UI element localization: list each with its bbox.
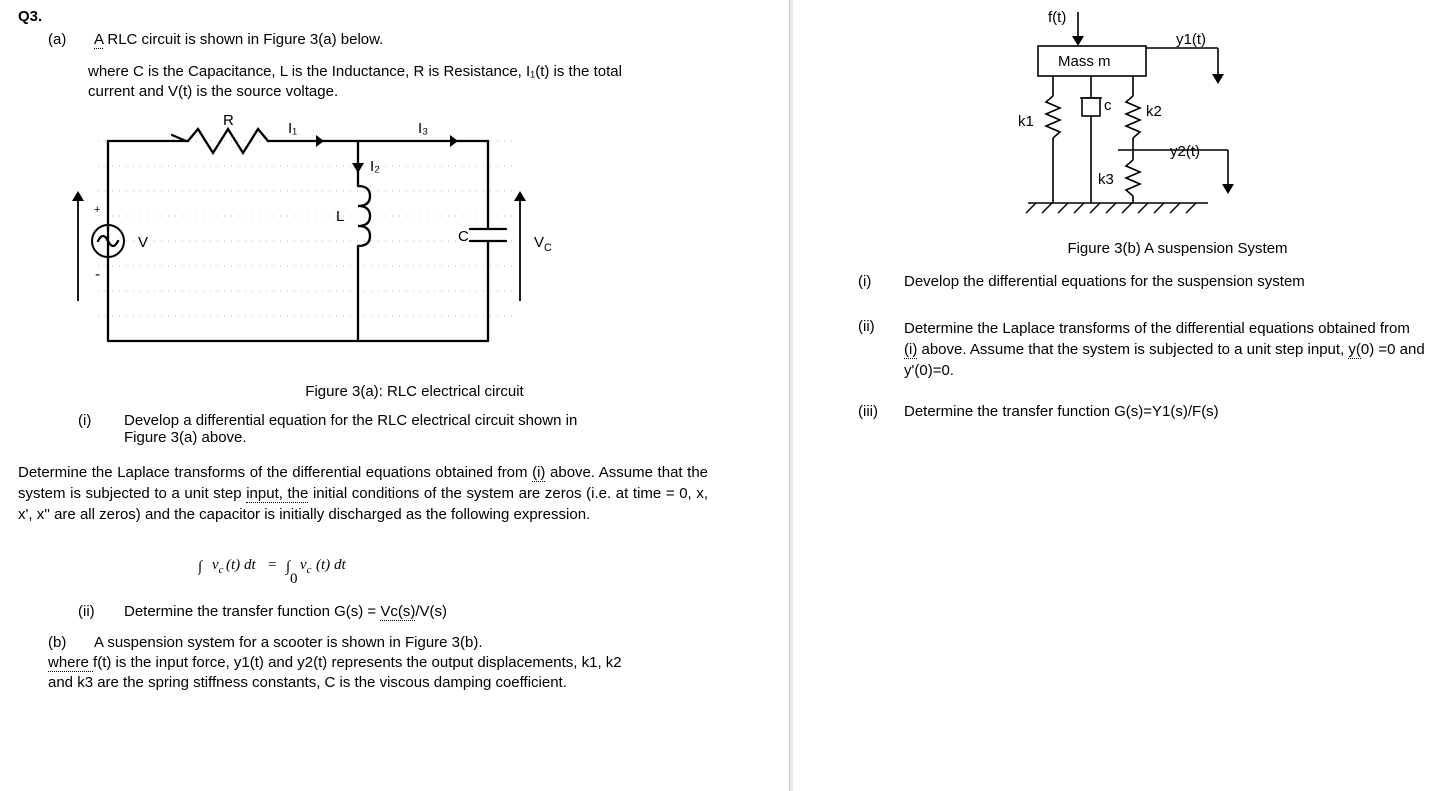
svg-text:(t): (t) bbox=[226, 557, 240, 573]
figure-3a-caption: Figure 3(a): RLC electrical circuit bbox=[18, 383, 771, 400]
equation-integrals: ∫ vc (t) dt = ∫ 0 vc (t) dt bbox=[198, 539, 771, 593]
svg-text:vc: vc bbox=[300, 557, 312, 576]
svg-text:∫: ∫ bbox=[198, 559, 204, 575]
svg-text:dt: dt bbox=[244, 557, 257, 573]
suspension-svg: f(t) Mass m y1(t) y2(t) k1 k2 k3 c bbox=[978, 8, 1298, 228]
svg-text:-: - bbox=[95, 266, 100, 283]
svg-text:y1(t): y1(t) bbox=[1176, 31, 1206, 48]
left-i-line2: Figure 3(a) above. bbox=[124, 429, 247, 446]
left-i-row: (i) Develop a differential equation for … bbox=[18, 412, 771, 446]
right-ii-pre: Determine the Laplace transforms of the … bbox=[904, 320, 1410, 337]
figure-3b-caption: Figure 3(b) A suspension System bbox=[808, 240, 1427, 257]
left-ii-vc: Vc(s) bbox=[380, 603, 415, 621]
svg-text:f(t): f(t) bbox=[1048, 9, 1066, 26]
question-number: Q3. bbox=[18, 8, 771, 25]
right-iii-row: (iii) Determine the transfer function G(… bbox=[858, 403, 1427, 420]
figure-3a: R I₁ I₂ I₃ L C V VC + - bbox=[58, 111, 771, 375]
right-ii-label: (ii) bbox=[858, 318, 904, 335]
svg-text:c: c bbox=[1104, 97, 1112, 114]
svg-text:vc: vc bbox=[212, 557, 224, 576]
svg-text:V: V bbox=[138, 234, 148, 251]
left-ii-pre: Determine the transfer function G(s) = bbox=[124, 603, 380, 620]
left-ii-text: Determine the transfer function G(s) = V… bbox=[124, 603, 771, 620]
page-two-column: Q3. (a) A RLC circuit is shown in Figure… bbox=[0, 0, 1445, 791]
rlc-circuit-svg: R I₁ I₂ I₃ L C V VC + - bbox=[58, 111, 578, 371]
svg-text:k2: k2 bbox=[1146, 103, 1162, 120]
svg-text:(t): (t) bbox=[316, 557, 330, 573]
right-i-row: (i) Develop the differential equations f… bbox=[858, 273, 1427, 290]
svg-text:y2(t): y2(t) bbox=[1170, 143, 1200, 160]
svg-text:0: 0 bbox=[290, 571, 298, 587]
svg-text:I₂: I₂ bbox=[370, 158, 380, 175]
svg-text:I₃: I₃ bbox=[418, 120, 428, 137]
right-ii-text: Determine the Laplace transforms of the … bbox=[904, 318, 1427, 381]
svg-text:VC: VC bbox=[534, 234, 552, 254]
left-i-label: (i) bbox=[78, 412, 124, 429]
part-a-rest: RLC circuit is shown in Figure 3(a) belo… bbox=[107, 31, 383, 48]
where-text: where C is the Capacitance, L is the Ind… bbox=[88, 63, 622, 100]
laplace-paragraph: Determine the Laplace transforms of the … bbox=[18, 462, 708, 525]
left-ii-label: (ii) bbox=[78, 603, 124, 620]
left-i-line1: Develop a differential equation for the … bbox=[124, 412, 577, 429]
right-i-label: (i) bbox=[858, 273, 904, 290]
svg-text:=: = bbox=[268, 557, 276, 573]
svg-text:k1: k1 bbox=[1018, 113, 1034, 130]
svg-text:C: C bbox=[458, 228, 469, 245]
b-where-rest: f(t) is the input force, y1(t) and y2(t)… bbox=[48, 654, 622, 691]
svg-text:k3: k3 bbox=[1098, 171, 1114, 188]
lap-i: (i) bbox=[532, 464, 545, 482]
svg-text:R: R bbox=[223, 112, 234, 129]
part-b-where: where f(t) is the input force, y1(t) and… bbox=[18, 653, 628, 694]
right-ii-y0: y( bbox=[1348, 341, 1361, 359]
svg-text:dt: dt bbox=[334, 557, 347, 573]
lap-input: input, the bbox=[246, 485, 308, 503]
part-b-text: A suspension system for a scooter is sho… bbox=[94, 634, 771, 651]
part-b-row: (b) A suspension system for a scooter is… bbox=[18, 634, 771, 651]
right-iii-text: Determine the transfer function G(s)=Y1(… bbox=[904, 403, 1427, 420]
svg-text:+: + bbox=[94, 204, 100, 216]
svg-text:I₁: I₁ bbox=[288, 120, 297, 137]
left-column: Q3. (a) A RLC circuit is shown in Figure… bbox=[0, 0, 790, 791]
right-column: f(t) Mass m y1(t) y2(t) k1 k2 k3 c Figur… bbox=[790, 0, 1445, 791]
where-paragraph: where C is the Capacitance, L is the Ind… bbox=[18, 62, 648, 103]
b-where-underline: where bbox=[48, 654, 93, 672]
right-ii-i: (i) bbox=[904, 341, 917, 359]
part-a-text: A RLC circuit is shown in Figure 3(a) be… bbox=[94, 31, 771, 48]
right-i-text: Develop the differential equations for t… bbox=[904, 273, 1427, 290]
svg-text:L: L bbox=[336, 208, 344, 225]
right-ii-c1: above. Assume that the system is subject… bbox=[917, 341, 1348, 358]
right-iii-label: (iii) bbox=[858, 403, 904, 420]
part-a-row: (a) A RLC circuit is shown in Figure 3(a… bbox=[18, 31, 771, 48]
right-ii-row: (ii) Determine the Laplace transforms of… bbox=[858, 318, 1427, 381]
part-a-label: (a) bbox=[48, 31, 94, 48]
part-b-label: (b) bbox=[48, 634, 94, 651]
left-ii-row: (ii) Determine the transfer function G(s… bbox=[18, 603, 771, 620]
left-i-text: Develop a differential equation for the … bbox=[124, 412, 771, 446]
svg-text:Mass m: Mass m bbox=[1058, 53, 1111, 70]
left-ii-post: /V(s) bbox=[415, 603, 447, 620]
underlined-A: A bbox=[94, 31, 103, 49]
figure-3b: f(t) Mass m y1(t) y2(t) k1 k2 k3 c bbox=[978, 8, 1427, 232]
lap-pre: Determine the Laplace transforms of the … bbox=[18, 464, 532, 481]
